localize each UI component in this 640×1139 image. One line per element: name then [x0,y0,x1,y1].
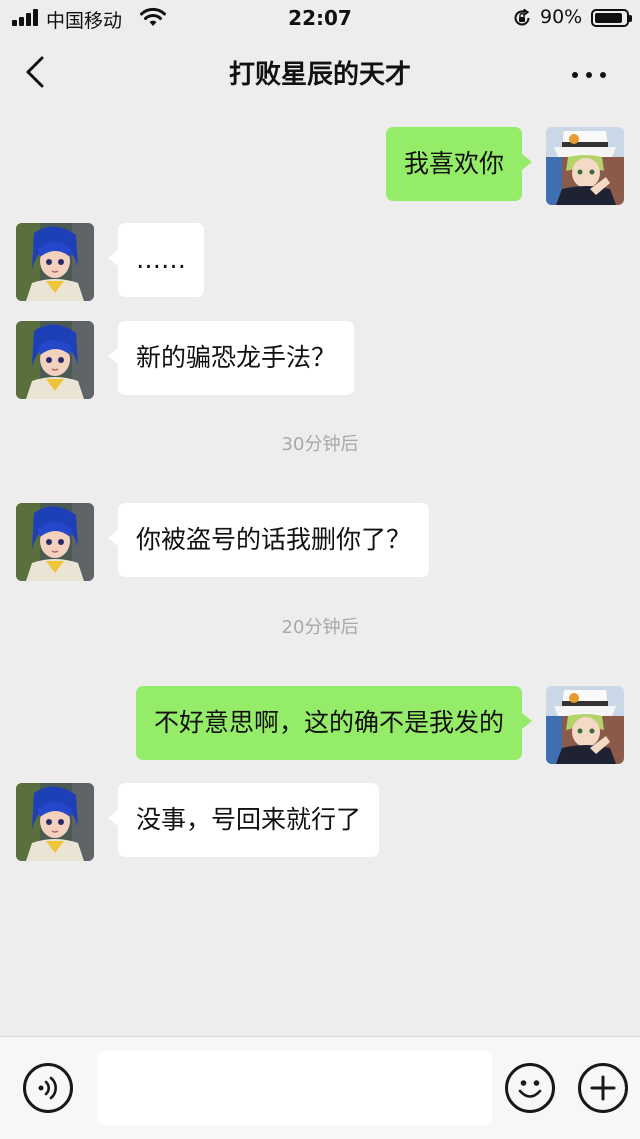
time-separator: 20分钟后 [281,617,359,638]
voice-icon[interactable] [23,1063,73,1113]
message-bubble-outgoing[interactable]: 我喜欢你 [385,127,533,201]
self-avatar[interactable] [546,127,624,205]
nav-bar: 打败星辰的天才 [0,36,640,108]
contact-avatar[interactable] [16,321,94,399]
plus-icon[interactable] [578,1063,628,1113]
rotation-lock-icon [514,8,530,26]
more-dots-icon[interactable] [566,56,612,92]
battery-percent: 90% [540,6,583,28]
message-bubble-incoming[interactable]: 没事，号回来就行了 [107,783,380,857]
message-input[interactable] [98,1051,492,1125]
battery-level [595,13,622,23]
contact-avatar[interactable] [16,503,94,581]
self-avatar[interactable] [546,686,624,764]
emoji-icon[interactable] [505,1063,555,1113]
battery-icon [591,9,632,27]
message-bubble-incoming[interactable]: 你被盗号的话我删你了？ [107,503,430,577]
time-separator: 30分钟后 [281,434,359,455]
message-bubble-incoming[interactable]: 新的骗恐龙手法？ [107,321,355,395]
contact-avatar[interactable] [16,783,94,861]
message-bubble-outgoing[interactable]: 不好意思啊，这的确不是我发的 [135,686,533,760]
message-bubble-incoming[interactable]: …… [108,223,204,297]
chat-title: 打败星辰的天才 [228,60,411,90]
contact-avatar[interactable] [16,223,94,301]
status-bar: 中国移动 22:07 90% [0,0,640,36]
input-bar [0,1036,640,1139]
